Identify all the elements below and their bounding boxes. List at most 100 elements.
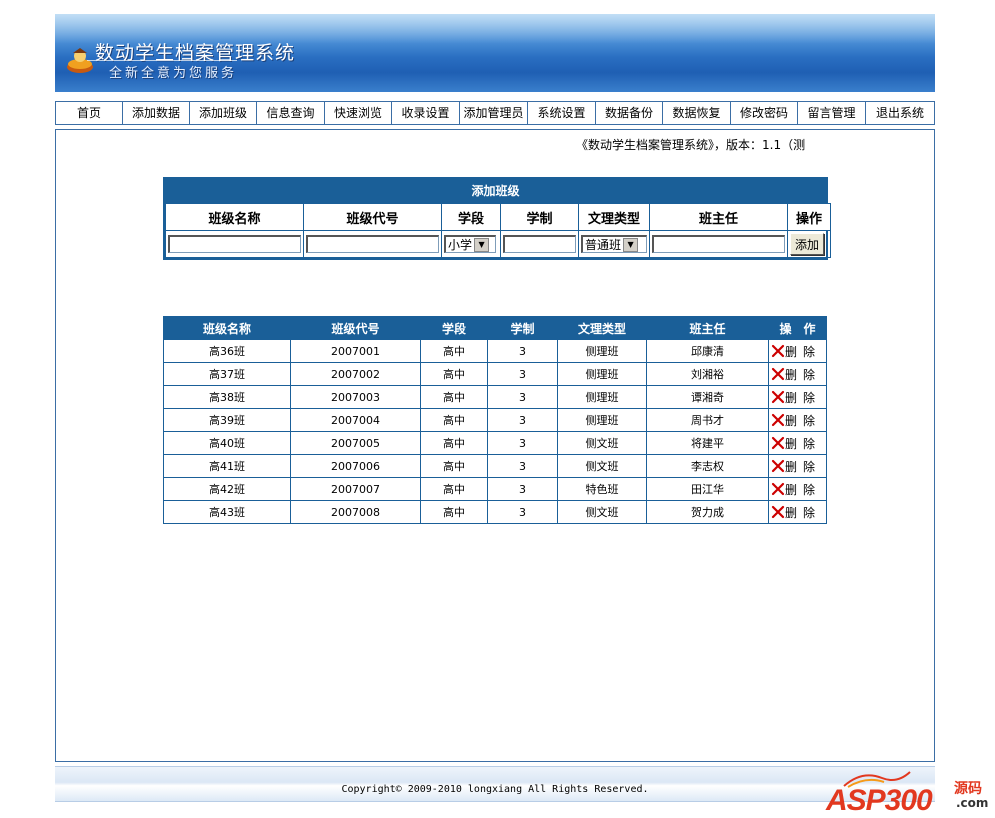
- cell-teacher: 将建平: [646, 431, 769, 455]
- version-info: 《数动学生档案管理系统》，版本：1.1（测: [576, 138, 806, 152]
- nav-item-home[interactable]: 首页: [56, 102, 123, 124]
- form-header-class-name: 班级名称: [165, 203, 304, 231]
- delete-label: 删除: [785, 505, 822, 520]
- form-header-teacher: 班主任: [649, 203, 788, 231]
- site-slogan: 全新全意为您服务: [86, 60, 238, 81]
- delete-icon: [771, 344, 785, 358]
- teacher-cell: [649, 230, 788, 258]
- form-title: 添加班级: [165, 179, 826, 203]
- copyright-text: Copyright© 2009-2010 longxiang All Right…: [341, 784, 649, 795]
- cell-teacher: 刘湘裕: [646, 362, 769, 386]
- type-select-value: 普通班: [585, 238, 622, 252]
- delete-label: 删除: [785, 390, 822, 405]
- add-class-table: 班级名称 班级代号 学段 学制 文理类型 班主任 操作 小学 ▼ 普通班 ▼ 添…: [165, 203, 831, 258]
- type-cell: 普通班 ▼: [578, 230, 650, 258]
- type-select[interactable]: 普通班 ▼: [581, 235, 647, 253]
- class-name-input[interactable]: [168, 235, 301, 253]
- cell-teacher: 谭湘奇: [646, 385, 769, 409]
- cell-teacher: 田江华: [646, 477, 769, 501]
- nav-item-message-management[interactable]: 留言管理: [798, 102, 866, 124]
- nav-item-data-restore[interactable]: 数据恢复: [663, 102, 731, 124]
- delete-label: 删除: [785, 482, 822, 497]
- class-code-input[interactable]: [306, 235, 439, 253]
- duration-cell: [500, 230, 579, 258]
- cell-teacher: 贺力成: [646, 500, 769, 524]
- cell-type: 侧文班: [557, 431, 647, 455]
- cell-duration: 3: [487, 339, 558, 363]
- cell-duration: 3: [487, 477, 558, 501]
- cell-class-name: 高43班: [163, 500, 291, 524]
- delete-action[interactable]: 删除: [768, 408, 827, 432]
- nav-item-record-settings[interactable]: 收录设置: [392, 102, 460, 124]
- cell-stage: 高中: [420, 431, 488, 455]
- table-row: 高43班 2007008 高中 3 侧文班 贺力成 删除: [163, 500, 827, 524]
- cell-teacher: 邱康清: [646, 339, 769, 363]
- stage-select[interactable]: 小学 ▼: [444, 235, 496, 253]
- delete-action[interactable]: 删除: [768, 500, 827, 524]
- delete-action[interactable]: 删除: [768, 477, 827, 501]
- add-class-form: 添加班级 班级名称 班级代号 学段 学制 文理类型 班主任 操作 小学 ▼ 普通…: [163, 177, 831, 260]
- cell-duration: 3: [487, 408, 558, 432]
- nav-item-change-password[interactable]: 修改密码: [731, 102, 798, 124]
- table-row: 高41班 2007006 高中 3 侧文班 李志权 删除: [163, 454, 827, 478]
- list-header-teacher: 班主任: [646, 316, 769, 340]
- cell-class-code: 2007005: [290, 431, 421, 455]
- stage-cell: 小学 ▼: [441, 230, 501, 258]
- delete-action[interactable]: 删除: [768, 454, 827, 478]
- table-row: 高36班 2007001 高中 3 侧理班 邱康清 删除: [163, 339, 827, 363]
- cell-type: 特色班: [557, 477, 647, 501]
- delete-icon: [771, 482, 785, 496]
- table-row: 高39班 2007004 高中 3 侧理班 周书才 删除: [163, 408, 827, 432]
- watermark-brand: ASP300: [826, 784, 933, 817]
- list-header-action: 操 作: [768, 316, 827, 340]
- chevron-down-icon: ▼: [474, 237, 490, 252]
- cell-class-name: 高36班: [163, 339, 291, 363]
- cell-stage: 高中: [420, 385, 488, 409]
- table-row: 高37班 2007002 高中 3 侧理班 刘湘裕 删除: [163, 362, 827, 386]
- nav-item-logout[interactable]: 退出系统: [866, 102, 934, 124]
- footer: Copyright© 2009-2010 longxiang All Right…: [55, 766, 935, 802]
- table-row: 高38班 2007003 高中 3 侧理班 谭湘奇 删除: [163, 385, 827, 409]
- table-row: 高42班 2007007 高中 3 特色班 田江华 删除: [163, 477, 827, 501]
- cell-class-code: 2007001: [290, 339, 421, 363]
- teacher-input[interactable]: [652, 235, 785, 253]
- duration-input[interactable]: [503, 235, 576, 253]
- list-header-class-code: 班级代号: [290, 316, 421, 340]
- cell-class-name: 高40班: [163, 431, 291, 455]
- cell-class-code: 2007002: [290, 362, 421, 386]
- list-header-row: 班级名称 班级代号 学段 学制 文理类型 班主任 操 作: [163, 316, 827, 340]
- main-content: 《数动学生档案管理系统》，版本：1.1（测 添加班级 班级名称 班级代号 学段 …: [55, 129, 935, 762]
- cell-class-code: 2007008: [290, 500, 421, 524]
- nav-item-data-backup[interactable]: 数据备份: [596, 102, 663, 124]
- nav-item-add-data[interactable]: 添加数据: [123, 102, 190, 124]
- delete-action[interactable]: 删除: [768, 385, 827, 409]
- delete-label: 删除: [785, 436, 822, 451]
- nav-item-system-settings[interactable]: 系统设置: [528, 102, 596, 124]
- class-code-cell: [303, 230, 442, 258]
- cell-class-name: 高42班: [163, 477, 291, 501]
- cell-class-code: 2007004: [290, 408, 421, 432]
- cell-duration: 3: [487, 362, 558, 386]
- nav-item-quick-browse[interactable]: 快速浏览: [325, 102, 392, 124]
- cell-teacher: 李志权: [646, 454, 769, 478]
- cell-type: 侧理班: [557, 408, 647, 432]
- delete-action[interactable]: 删除: [768, 339, 827, 363]
- logo-icon: [67, 48, 93, 73]
- cell-class-code: 2007003: [290, 385, 421, 409]
- class-list-table: 班级名称 班级代号 学段 学制 文理类型 班主任 操 作 高36班 2007001…: [163, 316, 827, 524]
- cell-class-code: 2007006: [290, 454, 421, 478]
- cell-type: 侧理班: [557, 385, 647, 409]
- delete-icon: [771, 505, 785, 519]
- delete-action[interactable]: 删除: [768, 362, 827, 386]
- add-button[interactable]: 添加: [790, 233, 825, 255]
- list-header-type: 文理类型: [557, 316, 647, 340]
- cell-type: 侧文班: [557, 454, 647, 478]
- nav-item-info-query[interactable]: 信息查询: [257, 102, 325, 124]
- form-input-row: 小学 ▼ 普通班 ▼ 添加: [165, 230, 831, 258]
- nav-item-add-class[interactable]: 添加班级: [190, 102, 257, 124]
- delete-action[interactable]: 删除: [768, 431, 827, 455]
- nav-item-add-admin[interactable]: 添加管理员: [460, 102, 528, 124]
- form-header-action: 操作: [787, 203, 831, 231]
- delete-icon: [771, 436, 785, 450]
- cell-type: 侧理班: [557, 339, 647, 363]
